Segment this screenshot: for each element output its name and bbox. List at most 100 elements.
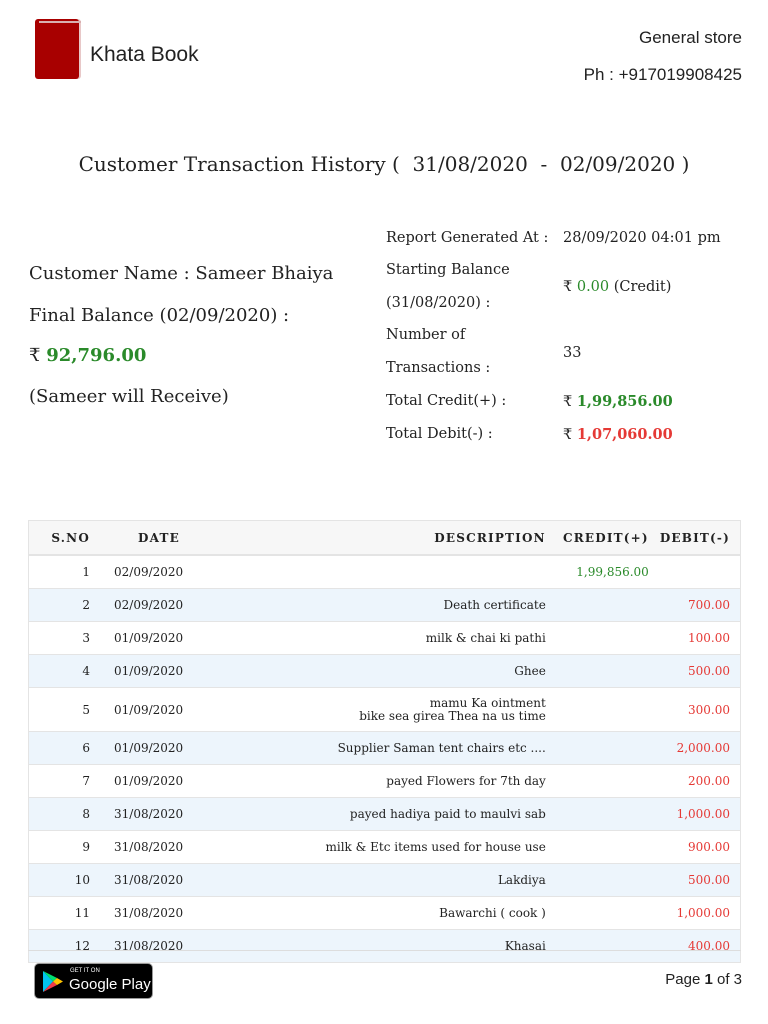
table-header: S.NO DATE DESCRIPTION CREDIT(+) DEBIT(-) xyxy=(28,520,741,556)
page-title: Customer Transaction History ( 31/08/202… xyxy=(78,152,690,176)
transactions-table: S.NO DATE DESCRIPTION CREDIT(+) DEBIT(-)… xyxy=(28,520,741,963)
cell-sno: 8 xyxy=(28,797,102,831)
cell-date: 01/09/2020 xyxy=(102,731,205,765)
txn-label: Number of xyxy=(386,327,466,343)
desc-line: Lakdiya xyxy=(497,873,546,887)
cell-date: 02/09/2020 xyxy=(102,588,205,622)
page-prefix: Page xyxy=(665,971,705,988)
currency-symbol: ₹ xyxy=(29,345,41,366)
cell-credit: 1,99,856.00 xyxy=(557,555,659,589)
store-name: General store xyxy=(639,28,742,47)
cell-description: Lakdiya xyxy=(205,863,558,897)
cell-description: Ghee xyxy=(205,654,558,688)
cell-description: milk & chai ki pathi xyxy=(205,621,558,655)
cell-debit: 1,000.00 xyxy=(658,896,741,930)
app-name: Khata Book xyxy=(90,43,199,66)
cell-description: Death certificate xyxy=(205,588,558,622)
cell-sno: 1 xyxy=(28,555,102,589)
final-balance-value: 92,796.00 xyxy=(46,345,147,366)
cell-credit xyxy=(557,863,659,897)
cell-debit: 1,000.00 xyxy=(658,797,741,831)
cell-sno: 7 xyxy=(28,764,102,798)
table-row: 2 02/09/2020 Death certificate 700.00 xyxy=(28,588,741,622)
starting-type: (Credit) xyxy=(613,279,672,295)
google-play-badge[interactable]: GET IT ON Google Play xyxy=(34,963,153,999)
debit-label: Total Debit(-) : xyxy=(386,426,493,442)
cell-description: milk & Etc items used for house use xyxy=(205,830,558,864)
col-sno: S.NO xyxy=(28,520,102,556)
generated-value: 28/09/2020 04:01 pm xyxy=(563,230,721,246)
starting-balance: ₹ 0.00 (Credit) xyxy=(563,279,671,295)
table-row: 11 31/08/2020 Bawarchi ( cook ) 1,000.00 xyxy=(28,896,741,930)
cell-date: 31/08/2020 xyxy=(102,830,205,864)
page-suffix: of 3 xyxy=(712,971,742,988)
cell-date: 02/09/2020 xyxy=(102,555,205,589)
currency-symbol: ₹ xyxy=(563,427,573,443)
total-credit-value: 1,99,856.00 xyxy=(576,393,673,410)
customer-name: Customer Name : Sameer Bhaiya xyxy=(29,263,334,284)
cell-date: 31/08/2020 xyxy=(102,863,205,897)
desc-line: Death certificate xyxy=(443,598,546,612)
cell-debit: 2,000.00 xyxy=(658,731,741,765)
cell-sno: 9 xyxy=(28,830,102,864)
table-row: 8 31/08/2020 payed hadiya paid to maulvi… xyxy=(28,797,741,831)
table-row: 1 02/09/2020 1,99,856.00 xyxy=(28,555,741,589)
cell-debit: 400.00 xyxy=(658,929,741,963)
total-debit: ₹ 1,07,060.00 xyxy=(563,426,673,443)
total-credit: ₹ 1,99,856.00 xyxy=(563,393,673,410)
cell-sno: 5 xyxy=(28,687,102,732)
col-debit: DEBIT(-) xyxy=(658,520,741,556)
col-credit: CREDIT(+) xyxy=(557,520,659,556)
cell-date: 01/09/2020 xyxy=(102,764,205,798)
store-phone: Ph : +917019908425 xyxy=(583,65,742,84)
table-row: 5 01/09/2020 mamu Ka ointment bike sea gi… xyxy=(28,687,741,732)
cell-description xyxy=(205,555,558,589)
cell-date: 01/09/2020 xyxy=(102,621,205,655)
txn-count: 33 xyxy=(563,345,582,361)
cell-debit: 100.00 xyxy=(658,621,741,655)
page-current: 1 xyxy=(704,971,713,988)
table-row: 12 31/08/2020 Khasai 400.00 xyxy=(28,929,741,963)
cell-credit xyxy=(557,687,659,732)
starting-date-label: (31/08/2020) : xyxy=(386,295,491,311)
cell-debit: 900.00 xyxy=(658,830,741,864)
cell-sno: 12 xyxy=(28,929,102,963)
col-date: DATE xyxy=(102,520,205,556)
starting-value: 0.00 xyxy=(576,279,610,295)
cell-credit xyxy=(557,764,659,798)
cell-description: Supplier Saman tent chairs etc .... xyxy=(205,731,558,765)
footer-divider xyxy=(28,950,741,951)
col-description: DESCRIPTION xyxy=(205,520,558,556)
currency-symbol: ₹ xyxy=(563,279,573,295)
balance-note: (Sameer will Receive) xyxy=(29,386,229,407)
cell-description: Khasai xyxy=(205,929,558,963)
cell-debit: 500.00 xyxy=(658,654,741,688)
cell-date: 31/08/2020 xyxy=(102,929,205,963)
desc-line-2: bike sea girea Thea na us time xyxy=(359,708,546,723)
desc-line: Bawarchi ( cook ) xyxy=(439,906,546,920)
starting-label: Starting Balance xyxy=(386,262,510,278)
cell-sno: 2 xyxy=(28,588,102,622)
cell-credit xyxy=(557,929,659,963)
final-balance: ₹ 92,796.00 xyxy=(29,345,146,366)
generated-label: Report Generated At : xyxy=(386,230,549,246)
cell-credit xyxy=(557,621,659,655)
cell-credit xyxy=(557,588,659,622)
cell-credit xyxy=(557,731,659,765)
cell-debit: 200.00 xyxy=(658,764,741,798)
cell-description: mamu Ka ointment bike sea girea Thea na u… xyxy=(205,687,558,732)
cell-debit: 500.00 xyxy=(658,863,741,897)
badge-small-text: GET IT ON xyxy=(70,968,100,974)
desc-line: Supplier Saman tent chairs etc .... xyxy=(337,741,546,755)
khata-book-logo-icon xyxy=(35,19,81,79)
cell-description: payed hadiya paid to maulvi sab xyxy=(205,797,558,831)
total-debit-value: 1,07,060.00 xyxy=(576,426,673,443)
credit-label: Total Credit(+) : xyxy=(386,393,507,409)
cell-sno: 4 xyxy=(28,654,102,688)
cell-sno: 3 xyxy=(28,621,102,655)
cell-description: payed Flowers for 7th day xyxy=(205,764,558,798)
cell-sno: 6 xyxy=(28,731,102,765)
table-row: 7 01/09/2020 payed Flowers for 7th day 2… xyxy=(28,764,741,798)
badge-big-text: Google Play xyxy=(69,976,151,993)
currency-symbol: ₹ xyxy=(563,394,573,410)
